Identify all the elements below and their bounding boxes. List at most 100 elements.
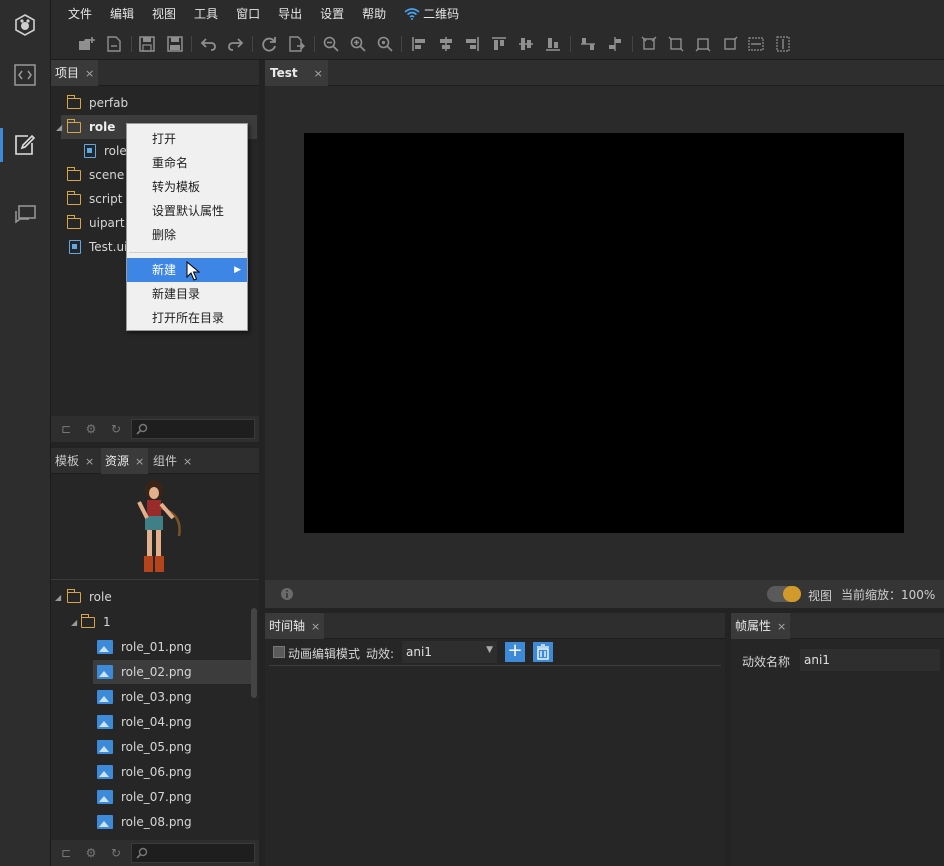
align-center-h-icon[interactable] [436,34,456,54]
chat-icon[interactable] [0,190,50,240]
ui-file-icon [84,144,96,158]
assets-search-input[interactable] [131,843,255,863]
save-all-icon[interactable] [165,34,185,54]
project-search-input[interactable] [131,419,255,439]
close-icon[interactable]: × [311,620,320,633]
zoom-in-icon[interactable] [348,34,368,54]
export-file-icon[interactable] [287,34,307,54]
zoom-fit-icon[interactable] [375,34,395,54]
info-icon[interactable] [280,587,294,601]
close-icon[interactable]: × [85,67,94,80]
close-icon[interactable]: × [314,67,323,80]
expand-caret-icon[interactable]: ◢ [56,123,62,132]
size-width-icon[interactable] [666,34,686,54]
list-item[interactable]: role_02.png [97,660,192,684]
align-middle-icon[interactable] [516,34,536,54]
distribute-v-icon[interactable] [605,34,625,54]
list-item[interactable]: role_06.png [97,760,192,784]
edit-mode-checkbox[interactable] [273,646,285,658]
app-logo-icon[interactable] [0,0,50,50]
menu-file[interactable]: 文件 [59,0,101,28]
list-item[interactable]: role_08.png [97,810,192,834]
gear-icon[interactable]: ⚙ [84,846,98,860]
asset-folder-role[interactable]: role [66,585,112,609]
stage-canvas[interactable] [304,133,904,533]
add-animation-button[interactable]: + [505,642,525,662]
tab-timeline[interactable]: 时间轴 × [265,613,325,639]
menu-item-default-props[interactable]: 设置默认属性 [127,199,247,223]
distribute-h-icon[interactable] [578,34,598,54]
expand-caret-icon[interactable]: ◢ [55,593,61,602]
menu-item-to-template[interactable]: 转为模板 [127,175,247,199]
code-view-icon[interactable] [0,50,50,100]
view-toggle[interactable] [767,586,801,602]
effect-name-input[interactable]: ani1 [800,649,940,671]
align-left-icon[interactable] [409,34,429,54]
close-icon[interactable]: × [777,620,786,633]
tree-item-script[interactable]: script [66,187,122,211]
menu-settings[interactable]: 设置 [311,0,353,28]
scrollbar-thumb[interactable] [251,608,257,698]
size-fit-icon[interactable] [639,34,659,54]
tab-project[interactable]: 项目 × [51,60,99,86]
expand-caret-icon[interactable]: ◢ [71,618,77,627]
align-top-icon[interactable] [489,34,509,54]
menu-edit[interactable]: 编辑 [101,0,143,28]
zoom-out-icon[interactable] [321,34,341,54]
tab-label: 组件 [153,454,178,468]
menu-export[interactable]: 导出 [269,0,311,28]
list-item[interactable]: role_04.png [97,710,192,734]
close-icon[interactable]: × [135,455,144,468]
refresh-icon[interactable]: ↻ [109,846,123,860]
list-item[interactable]: role_07.png [97,785,192,809]
tree-item-role-file[interactable]: role [84,139,127,163]
design-edit-icon[interactable] [0,120,50,170]
tab-templates[interactable]: 模板 × [51,448,98,474]
tab-frame-properties[interactable]: 帧属性 × [731,613,791,639]
close-icon[interactable]: × [183,455,192,468]
new-project-icon[interactable] [77,34,97,54]
menu-item-delete[interactable]: 删除 [127,223,247,247]
tree-item-test-ui[interactable]: Test.ui [69,235,127,259]
submenu-arrow-icon: ▶ [234,265,241,275]
tab-test[interactable]: Test × [265,60,328,86]
list-item[interactable]: role_01.png [97,635,192,659]
size-full-icon[interactable] [720,34,740,54]
align-bottom-icon[interactable] [543,34,563,54]
same-height-icon[interactable] [773,34,793,54]
tree-item-uipart[interactable]: uipart [66,211,125,235]
menu-window[interactable]: 窗口 [227,0,269,28]
close-icon[interactable]: × [85,455,94,468]
menu-tools[interactable]: 工具 [185,0,227,28]
tab-components[interactable]: 组件 × [149,448,196,474]
size-height-icon[interactable] [693,34,713,54]
delete-animation-button[interactable] [533,642,553,662]
undo-icon[interactable] [198,34,218,54]
folder-open-icon [66,588,81,603]
save-icon[interactable] [137,34,157,54]
tree-item-scene[interactable]: scene [66,163,124,187]
new-file-icon[interactable] [104,34,124,54]
menu-item-open-dir[interactable]: 打开所在目录 [127,306,247,330]
menu-qrcode[interactable]: 二维码 [395,0,468,28]
collapse-icon[interactable]: ⊏ [59,846,73,860]
gear-icon[interactable]: ⚙ [84,422,98,436]
menu-help[interactable]: 帮助 [353,0,395,28]
asset-folder-1[interactable]: 1 [80,610,111,634]
collapse-icon[interactable]: ⊏ [59,422,73,436]
tree-item-role[interactable]: role [66,115,115,139]
menu-view[interactable]: 视图 [143,0,185,28]
redo-icon[interactable] [226,34,246,54]
menu-item-open[interactable]: 打开 [127,127,247,151]
same-width-icon[interactable] [746,34,766,54]
refresh-icon[interactable] [259,34,279,54]
effect-select[interactable]: ani1 ▼ [402,641,497,663]
list-item[interactable]: role_03.png [97,685,192,709]
menu-item-new-dir[interactable]: 新建目录 [127,282,247,306]
align-right-icon[interactable] [462,34,482,54]
menu-item-rename[interactable]: 重命名 [127,151,247,175]
tab-resources[interactable]: 资源 × [101,448,149,474]
tree-item-perfab[interactable]: perfab [66,91,128,115]
refresh-icon[interactable]: ↻ [109,422,123,436]
list-item[interactable]: role_05.png [97,735,192,759]
